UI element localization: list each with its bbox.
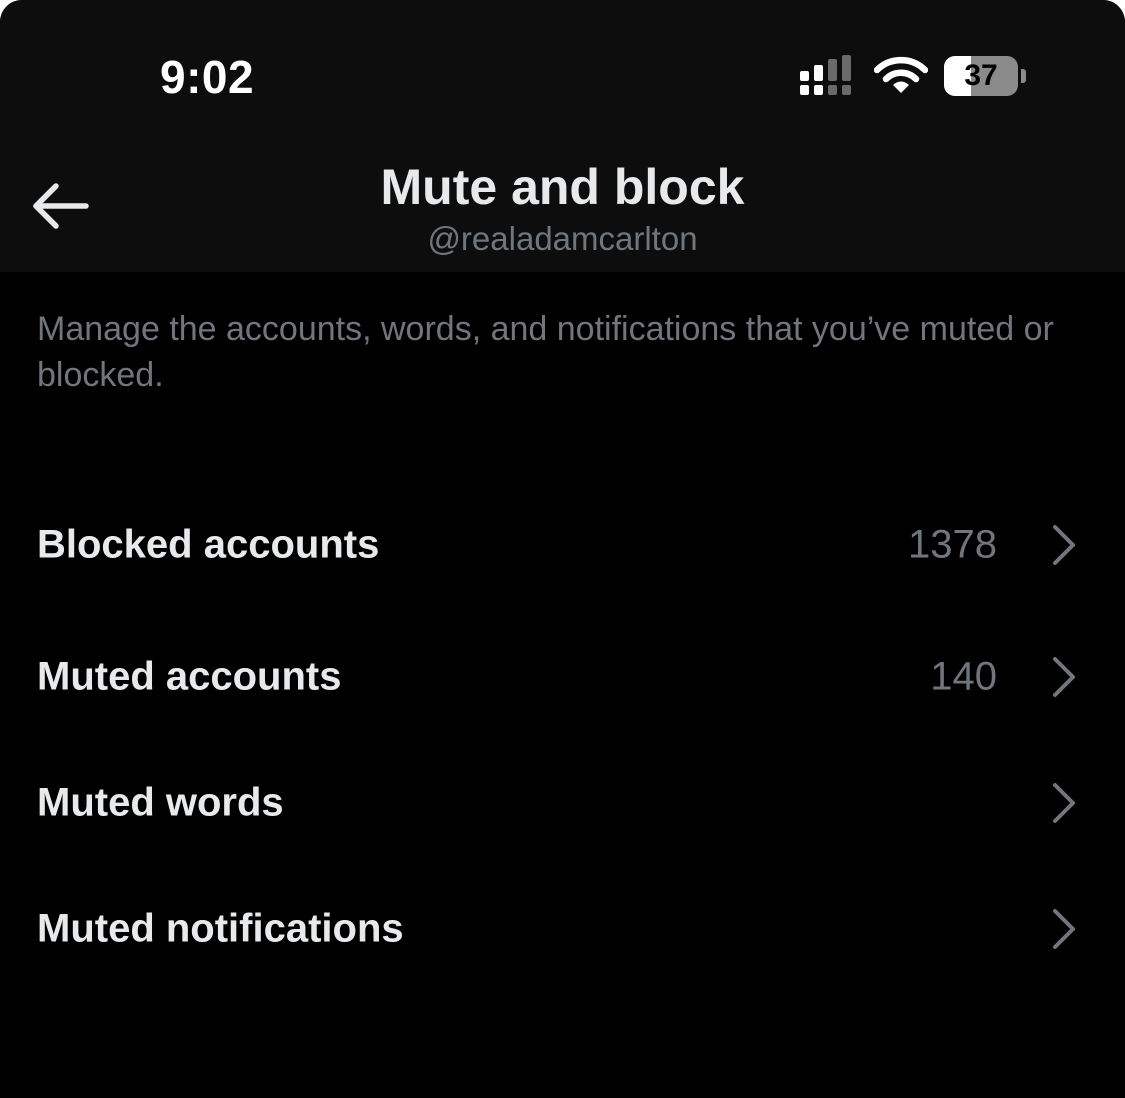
menu-item-muted-words[interactable]: Muted words (0, 748, 1125, 858)
menu-item-label: Muted words (37, 780, 284, 825)
chevron-right-icon (1053, 657, 1075, 697)
menu-item-label: Blocked accounts (37, 522, 380, 567)
top-bar: 9:02 37 Mute and block @realadamcarlton (0, 0, 1125, 272)
menu-item-count: 1378 (908, 522, 997, 567)
wifi-icon (874, 56, 928, 93)
menu-item-muted-accounts[interactable]: Muted accounts 140 (0, 622, 1125, 732)
chevron-right-icon (1053, 783, 1075, 823)
menu-item-label: Muted notifications (37, 906, 404, 951)
chevron-right-icon (1053, 525, 1075, 565)
menu-item-count: 140 (930, 654, 997, 699)
menu-item-muted-notifications[interactable]: Muted notifications (0, 874, 1125, 984)
status-time: 9:02 (160, 51, 255, 103)
battery-icon: 37 (944, 56, 1018, 96)
page-description: Manage the accounts, words, and notifica… (37, 310, 1054, 394)
page-title: Mute and block (380, 159, 745, 215)
chevron-right-icon (1053, 909, 1075, 949)
cellular-signal-icon (800, 55, 851, 95)
account-handle: @realadamcarlton (427, 220, 698, 257)
battery-percent: 37 (964, 59, 998, 92)
menu-item-label: Muted accounts (37, 654, 342, 699)
battery-cap (1021, 69, 1026, 83)
mute-and-block-screen: 9:02 37 Mute and block @realadamcarlton … (0, 0, 1125, 1098)
menu-item-blocked-accounts[interactable]: Blocked accounts 1378 (0, 490, 1125, 600)
